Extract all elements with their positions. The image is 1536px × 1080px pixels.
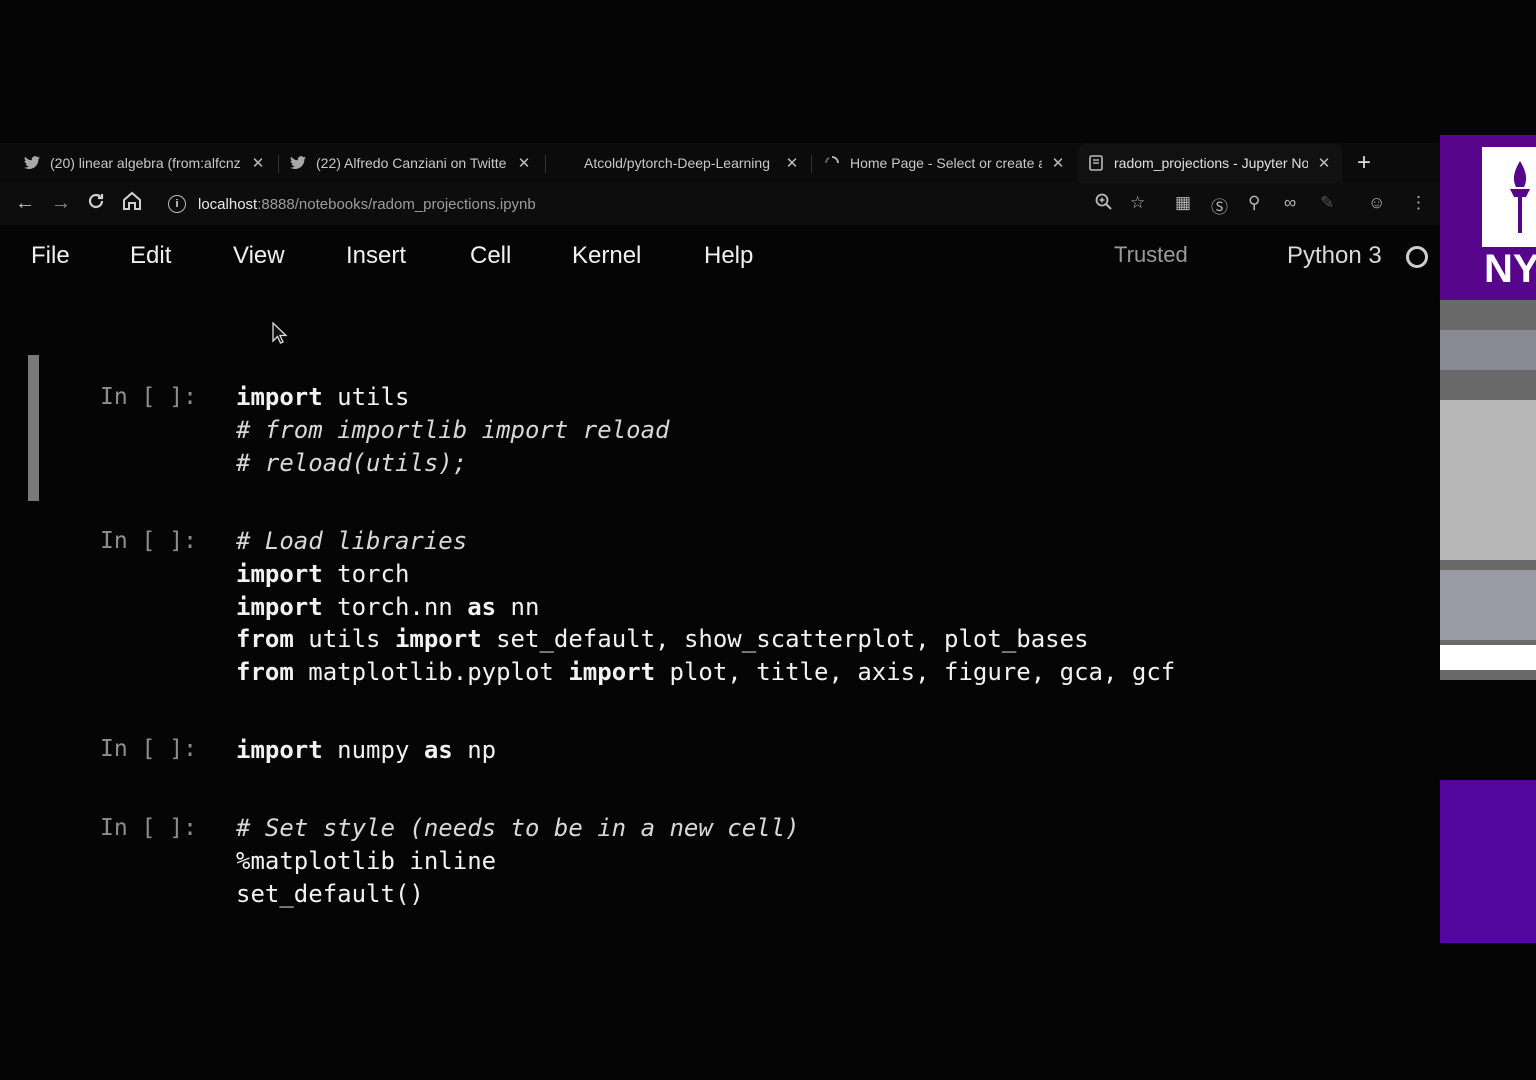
- tab-title: Atcold/pytorch-Deep-Learning: [584, 155, 770, 171]
- code-line[interactable]: import utils: [236, 382, 409, 412]
- webcam-feed: [1440, 300, 1536, 680]
- reload-icon[interactable]: [86, 191, 106, 217]
- selected-cell-indicator: [28, 355, 39, 501]
- location-pin-icon[interactable]: ⚲: [1248, 193, 1260, 213]
- pen-icon[interactable]: ✎: [1320, 193, 1334, 213]
- menu-cell[interactable]: Cell: [470, 242, 511, 270]
- tab-divider: [545, 155, 546, 173]
- kernel-idle-icon: [1406, 246, 1428, 268]
- cell-prompt: In [ ]:: [100, 815, 197, 841]
- code-line[interactable]: # reload(utils);: [236, 448, 467, 478]
- extension-icon[interactable]: Ⓢ: [1211, 193, 1228, 218]
- code-line[interactable]: import torch: [236, 559, 409, 589]
- code-line[interactable]: set_default(): [236, 879, 424, 909]
- trusted-indicator[interactable]: Trusted: [1114, 242, 1188, 268]
- tab-title: (22) Alfredo Canziani on Twitte: [316, 155, 507, 171]
- browser-tab[interactable]: Atcold/pytorch-Deep-Learning ✕: [548, 143, 810, 183]
- more-menu-icon[interactable]: ⋮: [1410, 193, 1427, 213]
- tab-title: (20) linear algebra (from:alfcnz: [50, 155, 241, 171]
- torch-icon: [1510, 161, 1530, 233]
- jupyter-menubar: File Edit View Insert Cell Kernel Help T…: [0, 230, 1440, 286]
- browser-tab[interactable]: (20) linear algebra (from:alfcnz ✕: [14, 143, 276, 183]
- bookmark-star-icon[interactable]: ☆: [1130, 193, 1145, 213]
- info-icon[interactable]: i: [168, 195, 186, 213]
- extension-icon[interactable]: ▦: [1175, 193, 1191, 213]
- code-line[interactable]: # Set style (needs to be in a new cell): [236, 813, 800, 843]
- infinity-icon[interactable]: ∞: [1284, 193, 1296, 213]
- purple-banner: [1440, 780, 1536, 943]
- kernel-name[interactable]: Python 3: [1287, 242, 1382, 270]
- close-icon[interactable]: ✕: [784, 154, 800, 172]
- tab-title: Home Page - Select or create a: [850, 155, 1042, 171]
- browser-tab[interactable]: (22) Alfredo Canziani on Twitte ✕: [280, 143, 542, 183]
- url-host: localhost: [198, 195, 258, 213]
- code-line[interactable]: import torch.nn as nn: [236, 592, 539, 622]
- code-line[interactable]: import numpy as np: [236, 735, 496, 765]
- cell-prompt: In [ ]:: [100, 736, 197, 762]
- close-icon[interactable]: ✕: [1050, 154, 1066, 172]
- browser-tab-active[interactable]: radom_projections - Jupyter No ✕: [1078, 143, 1342, 183]
- code-line[interactable]: %matplotlib inline: [236, 846, 496, 876]
- code-line[interactable]: from matplotlib.pyplot import plot, titl…: [236, 657, 1175, 687]
- menu-edit[interactable]: Edit: [130, 242, 171, 270]
- url-path: :8888/notebooks/radom_projections.ipynb: [257, 195, 536, 213]
- address-field[interactable]: i localhost :8888/notebooks/radom_projec…: [168, 193, 536, 215]
- github-icon: [558, 155, 574, 171]
- browser-tab-bar: (20) linear algebra (from:alfcnz ✕ (22) …: [0, 143, 1440, 183]
- back-arrow-icon[interactable]: ←: [15, 191, 35, 215]
- nyu-logo-text: NY: [1484, 247, 1536, 291]
- code-line[interactable]: # from importlib import reload: [236, 415, 669, 445]
- browser-toolbar: ← → i localhost :8888/notebooks/radom_pr…: [0, 183, 1440, 225]
- tab-divider: [811, 155, 812, 173]
- nyu-logo: NY: [1440, 135, 1536, 300]
- close-icon[interactable]: ✕: [516, 154, 532, 172]
- code-line[interactable]: # Load libraries: [236, 526, 467, 556]
- close-icon[interactable]: ✕: [1316, 154, 1332, 172]
- profile-avatar-icon[interactable]: ☺: [1368, 193, 1385, 213]
- new-tab-button[interactable]: +: [1357, 150, 1371, 176]
- loading-icon: [824, 155, 840, 171]
- twitter-icon: [290, 155, 306, 171]
- menu-insert[interactable]: Insert: [346, 242, 406, 270]
- cell-prompt: In [ ]:: [100, 384, 197, 410]
- browser-tab[interactable]: Home Page - Select or create a ✕: [814, 143, 1076, 183]
- code-line[interactable]: from utils import set_default, show_scat…: [236, 624, 1089, 654]
- menu-view[interactable]: View: [233, 242, 285, 270]
- mouse-cursor-icon: [272, 322, 288, 344]
- menu-kernel[interactable]: Kernel: [572, 242, 641, 270]
- notebook-icon: [1088, 155, 1104, 171]
- cell-prompt: In [ ]:: [100, 528, 197, 554]
- forward-arrow-icon[interactable]: →: [51, 191, 71, 215]
- close-icon[interactable]: ✕: [250, 154, 266, 172]
- zoom-icon[interactable]: [1095, 193, 1113, 216]
- menu-file[interactable]: File: [31, 242, 70, 270]
- tab-title: radom_projections - Jupyter No: [1114, 155, 1308, 171]
- tab-divider: [278, 155, 279, 173]
- menu-help[interactable]: Help: [704, 242, 753, 270]
- home-icon[interactable]: [121, 191, 143, 217]
- twitter-icon: [24, 155, 40, 171]
